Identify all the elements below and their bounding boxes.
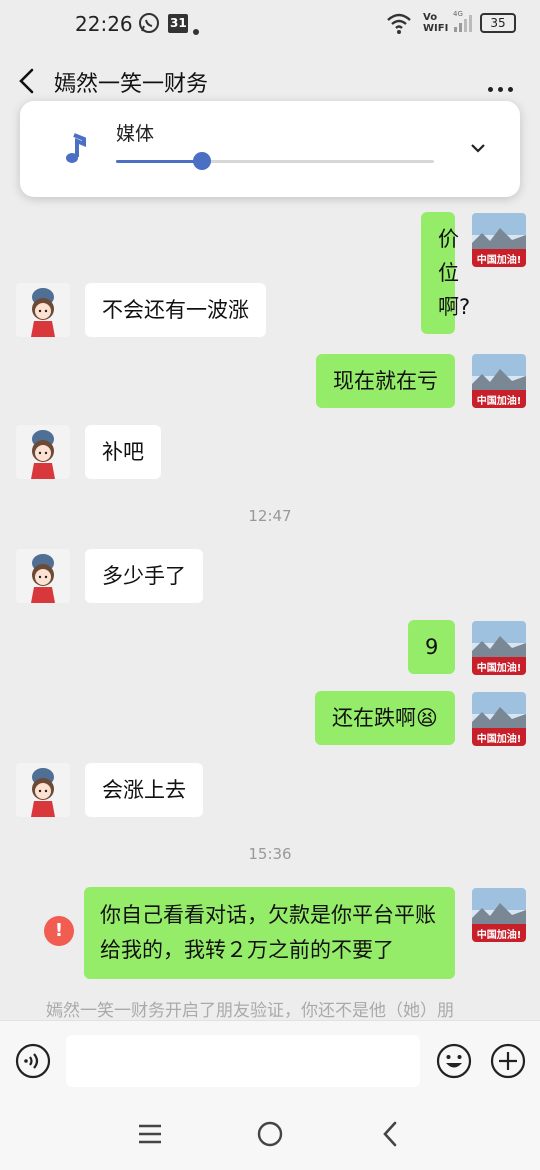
message-bubble-incoming[interactable]: 补吧 <box>85 425 161 479</box>
message-bubble-outgoing[interactable]: 还在跌啊😫 <box>315 691 455 745</box>
message-bubble-incoming[interactable]: 多少手了 <box>85 549 203 603</box>
battery-icon: 35 <box>480 13 516 33</box>
media-volume-panel: 媒体 <box>20 101 520 197</box>
system-nav-bar <box>0 1100 540 1170</box>
message-bubble-outgoing[interactable]: 价位啊? <box>421 212 470 334</box>
avatar-caption: 中国加油! <box>477 928 522 941</box>
self-avatar[interactable]: 中国加油! <box>472 213 526 267</box>
voice-icon[interactable] <box>15 1043 51 1083</box>
volume-slider-fill <box>116 160 202 163</box>
back-icon[interactable] <box>380 1120 400 1152</box>
volte-label: Vo WIFI <box>423 12 449 34</box>
timestamp: 15:36 <box>248 845 292 863</box>
whatsapp-icon <box>138 12 160 38</box>
peer-avatar[interactable] <box>16 549 70 603</box>
avatar-caption: 中国加油! <box>477 661 522 674</box>
signal-icon: 4G <box>452 10 472 38</box>
message-bubble-outgoing[interactable]: 现在就在亏 <box>316 354 455 408</box>
message-bubble-incoming[interactable]: 会涨上去 <box>85 763 203 817</box>
volume-slider-handle[interactable] <box>192 152 211 170</box>
emoji-icon[interactable] <box>436 1043 472 1083</box>
self-avatar[interactable]: 中国加油! <box>472 888 526 942</box>
avatar-caption: 中国加油! <box>477 732 522 745</box>
plus-icon[interactable] <box>490 1043 526 1083</box>
calendar-day: 31 <box>170 16 187 30</box>
menu-icon[interactable] <box>137 1124 163 1148</box>
status-time: 22:26 <box>75 12 133 36</box>
message-input[interactable] <box>66 1035 420 1087</box>
calendar-icon: 31 <box>167 12 189 38</box>
status-bar: 22:26 31 Vo WIFI 4G 35 <box>0 0 540 50</box>
avatar-caption: 中国加油! <box>477 253 522 266</box>
timestamp: 12:47 <box>248 507 292 525</box>
send-failed-icon[interactable]: ! <box>44 916 74 946</box>
volume-slider[interactable] <box>116 152 434 170</box>
more-dots-icon[interactable] <box>488 77 518 92</box>
message-bubble-outgoing[interactable]: 9 <box>408 620 456 674</box>
wifi-icon <box>386 12 412 38</box>
self-avatar[interactable]: 中国加油! <box>472 354 526 408</box>
message-bubble-outgoing[interactable]: 你自己看看对话，欠款是你平台平账给我的，我转２万之前的不要了 <box>84 887 455 979</box>
message-bubble-incoming[interactable]: 不会还有一波涨 <box>85 283 266 337</box>
chevron-left-icon[interactable] <box>14 65 42 97</box>
home-icon[interactable] <box>257 1121 283 1151</box>
peer-avatar[interactable] <box>16 283 70 337</box>
peer-avatar[interactable] <box>16 763 70 817</box>
music-note-icon <box>62 133 88 169</box>
self-avatar[interactable]: 中国加油! <box>472 692 526 746</box>
chevron-down-icon[interactable] <box>470 139 486 158</box>
self-avatar[interactable]: 中国加油! <box>472 621 526 675</box>
notification-dot-icon <box>193 20 199 39</box>
chat-title: 嫣然一笑一财务 <box>54 72 209 97</box>
media-label: 媒体 <box>116 123 155 145</box>
avatar-caption: 中国加油! <box>477 394 522 407</box>
peer-avatar[interactable] <box>16 425 70 479</box>
friend-verification-notice: 嫣然一笑一财务开启了朋友验证，你还不是他（她）朋 <box>46 1001 454 1021</box>
input-bar <box>0 1020 540 1100</box>
chat-header: 嫣然一笑一财务 <box>0 55 540 107</box>
